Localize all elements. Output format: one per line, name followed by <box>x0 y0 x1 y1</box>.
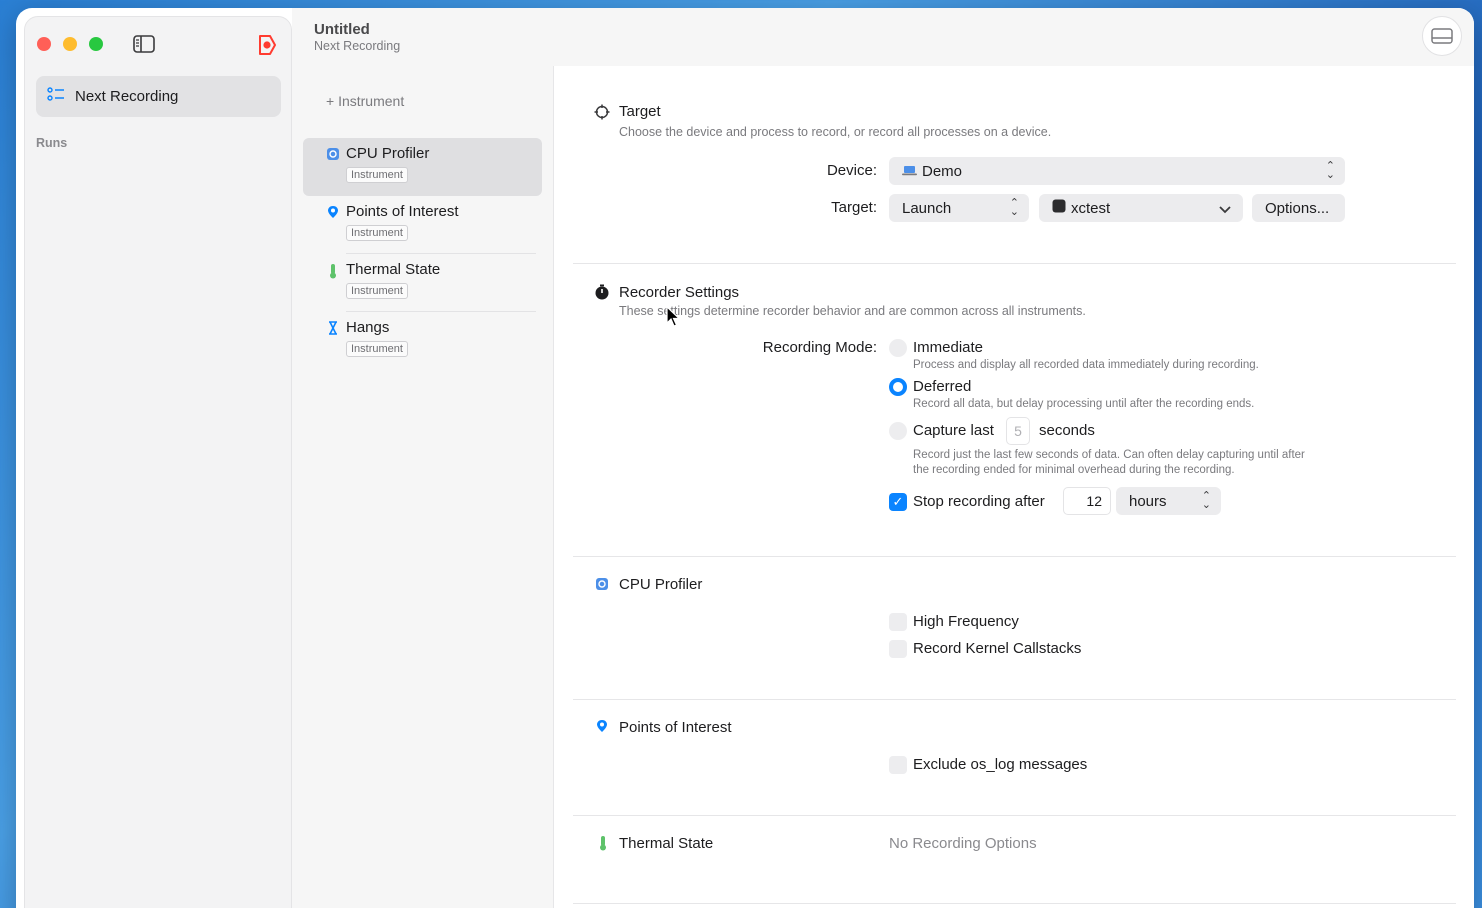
instrument-list: + Instrument CPU Profiler Instrument Poi… <box>292 66 554 908</box>
target-process-popup[interactable]: xctest <box>1039 194 1243 222</box>
target-label: Target: <box>831 199 877 216</box>
panel-icon <box>1431 28 1453 44</box>
list-icon <box>47 86 65 107</box>
add-instrument-label: Instrument <box>338 93 405 109</box>
device-value: Demo <box>922 162 963 180</box>
stop-recording-label: Stop recording after <box>913 493 1045 510</box>
section-divider <box>573 263 1456 264</box>
cpu-profiler-section-title: CPU Profiler <box>619 576 703 593</box>
gear-icon <box>326 147 340 161</box>
recording-mode-label: Recording Mode: <box>762 339 877 356</box>
exclude-oslog-label: Exclude os_log messages <box>913 756 1088 773</box>
section-divider <box>573 903 1456 904</box>
instrument-item-cpu-profiler[interactable]: CPU Profiler Instrument <box>303 138 542 196</box>
thermometer-icon <box>326 263 340 279</box>
section-divider <box>573 556 1456 557</box>
thermal-section-title: Thermal State <box>619 835 714 852</box>
poi-section-title: Points of Interest <box>619 719 732 736</box>
deferred-label: Deferred <box>913 378 972 395</box>
instrument-item-hangs[interactable]: Hangs Instrument <box>303 312 542 370</box>
stop-after-value-field[interactable]: 12 <box>1063 487 1111 515</box>
close-window-button[interactable] <box>37 37 51 51</box>
sidebar-toggle-icon[interactable] <box>133 35 155 53</box>
add-instrument-button[interactable]: + Instrument <box>326 93 404 109</box>
up-down-chevron-icon: ⌃ ⌄ <box>1009 197 1019 218</box>
instrument-tag: Instrument <box>346 167 408 183</box>
immediate-radio[interactable] <box>889 339 907 357</box>
no-recording-options-label: No Recording Options <box>889 835 1037 852</box>
stop-after-unit-popup[interactable]: hours ⌃ ⌄ <box>1116 487 1221 515</box>
target-section-title: Target <box>619 103 661 120</box>
instrument-name: CPU Profiler <box>346 145 430 162</box>
instrument-name: Points of Interest <box>346 203 459 220</box>
instrument-name: Thermal State <box>346 261 441 278</box>
immediate-label: Immediate <box>913 339 984 356</box>
kernel-callstacks-checkbox[interactable] <box>889 640 907 658</box>
zoom-window-button[interactable] <box>89 37 103 51</box>
pin-icon <box>326 205 340 219</box>
record-icon[interactable] <box>257 34 277 56</box>
minimize-window-button[interactable] <box>63 37 77 51</box>
instrument-item-points-of-interest[interactable]: Points of Interest Instrument <box>303 196 542 254</box>
capture-last-radio[interactable] <box>889 422 907 440</box>
up-down-chevron-icon: ⌃ ⌄ <box>1201 490 1211 511</box>
terminal-app-icon <box>1052 199 1066 217</box>
thermometer-icon <box>596 835 612 851</box>
recorder-settings-title: Recorder Settings <box>619 284 740 301</box>
sidebar: Next Recording Runs <box>24 16 292 908</box>
high-frequency-label: High Frequency <box>913 613 1019 630</box>
checkmark-icon: ✓ <box>892 494 904 509</box>
exclude-oslog-checkbox[interactable] <box>889 756 907 774</box>
instrument-tag: Instrument <box>346 341 408 357</box>
sidebar-item-label: Next Recording <box>75 88 179 105</box>
toolbar: Untitled Next Recording <box>292 8 1474 66</box>
recorder-settings-description: These settings determine recorder behavi… <box>619 304 1086 318</box>
capture-seconds-field[interactable]: 5 <box>1006 417 1030 445</box>
stop-after-unit-value: hours <box>1129 492 1167 510</box>
high-frequency-checkbox[interactable] <box>889 613 907 631</box>
deferred-description: Record all data, but delay processing un… <box>913 398 1255 410</box>
up-down-chevron-icon: ⌃ ⌄ <box>1325 160 1335 181</box>
crosshair-icon <box>594 104 610 120</box>
inspector-toggle-button[interactable] <box>1422 16 1462 56</box>
recording-options-pane: Target Choose the device and process to … <box>555 66 1474 908</box>
instrument-item-thermal-state[interactable]: Thermal State Instrument <box>303 254 542 312</box>
plus-icon: + <box>326 93 335 109</box>
timer-icon <box>594 284 610 300</box>
kernel-callstacks-label: Record Kernel Callstacks <box>913 640 1082 657</box>
runs-section-header: Runs <box>36 136 68 150</box>
laptop-icon <box>902 163 917 180</box>
target-mode-popup[interactable]: Launch ⌃ ⌄ <box>889 194 1029 222</box>
options-button-label: Options... <box>1265 199 1330 217</box>
target-section-description: Choose the device and process to record,… <box>619 125 1052 139</box>
gear-icon <box>595 577 611 593</box>
device-label: Device: <box>826 162 877 179</box>
sidebar-item-next-recording[interactable]: Next Recording <box>36 76 281 117</box>
stop-recording-checkbox[interactable]: ✓ <box>889 493 907 511</box>
section-divider <box>573 699 1456 700</box>
device-popup[interactable]: Demo ⌃ ⌄ <box>889 157 1345 185</box>
document-subtitle: Next Recording <box>314 39 401 53</box>
capture-last-label: Capture last <box>913 422 994 439</box>
instruments-window: Next Recording Runs Untitled Next Record… <box>16 8 1474 908</box>
options-button[interactable]: Options... <box>1252 194 1345 222</box>
instrument-name: Hangs <box>346 319 390 336</box>
target-process-value: xctest <box>1071 199 1111 217</box>
instrument-tag: Instrument <box>346 225 408 241</box>
pin-icon <box>595 719 611 735</box>
deferred-radio[interactable] <box>889 378 907 396</box>
target-mode-value: Launch <box>902 199 952 217</box>
document-title: Untitled <box>314 21 370 38</box>
mouse-cursor-icon <box>666 306 680 327</box>
capture-description-line1: Record just the last few seconds of data… <box>913 449 1305 461</box>
hourglass-icon <box>326 321 340 335</box>
immediate-description: Process and display all recorded data im… <box>913 359 1259 371</box>
chevron-down-icon <box>1219 201 1231 218</box>
capture-unit-label: seconds <box>1039 422 1095 439</box>
instrument-tag: Instrument <box>346 283 408 299</box>
capture-description-line2: the recording ended for minimal overhead… <box>913 464 1235 476</box>
section-divider <box>573 815 1456 816</box>
